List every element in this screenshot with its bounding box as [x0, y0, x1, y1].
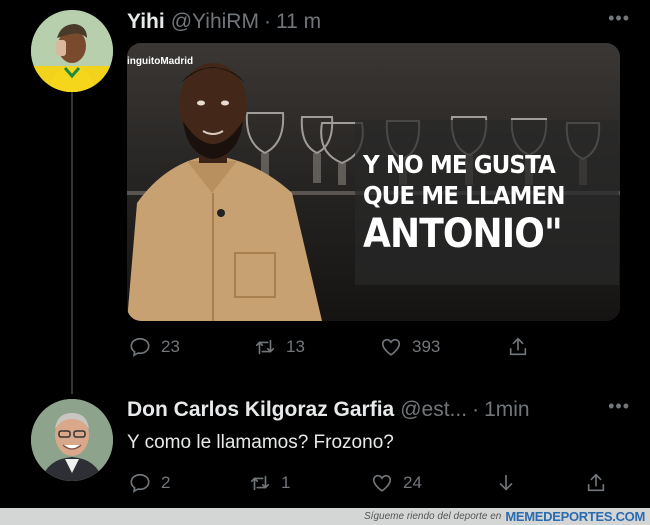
separator-dot: · [472, 398, 480, 421]
downvote-button[interactable] [495, 472, 527, 494]
tweet-actions: 2 1 24 [127, 468, 620, 498]
timestamp[interactable]: 1min [484, 398, 530, 422]
share-button[interactable] [585, 472, 617, 494]
tweet-original[interactable]: Yihi @YihiRM · 11 m ••• inguitoMadrid Y … [0, 0, 650, 390]
author-handle[interactable]: @YihiRM [171, 10, 259, 34]
image-caption-box: Y NO ME GUSTA QUE ME LLAMEN ANTONIO" [355, 120, 619, 285]
more-options-icon[interactable]: ••• [608, 8, 630, 29]
author-name[interactable]: Yihi [127, 10, 165, 34]
avatar[interactable] [31, 399, 113, 481]
retweet-icon [255, 339, 275, 355]
reply-count: 23 [161, 337, 180, 356]
like-button[interactable]: 393 [380, 336, 440, 358]
author-handle[interactable]: @est... [400, 398, 467, 422]
downvote-icon [499, 474, 513, 491]
retweet-icon [250, 475, 270, 491]
share-icon [587, 473, 605, 492]
reply-button[interactable]: 23 [129, 336, 180, 358]
media-watermark: inguitoMadrid [127, 56, 194, 67]
caption-line: Y NO ME GUSTA [363, 149, 556, 179]
heart-icon [372, 474, 392, 492]
reply-button[interactable]: 2 [129, 472, 170, 494]
timestamp[interactable]: 11 m [276, 10, 321, 34]
tweet-media[interactable]: inguitoMadrid Y NO ME GUSTA QUE ME LLAME… [127, 43, 620, 321]
like-count: 393 [412, 337, 441, 356]
tweet-text: Y como le llamamos? Frozono? [127, 432, 394, 453]
avatar[interactable] [31, 10, 113, 92]
tweet-header: Yihi @YihiRM · 11 m ••• [127, 8, 630, 36]
tweet-header: Don Carlos Kilgoraz Garfia @est... · 1mi… [127, 396, 630, 424]
footer-tagline: Sígueте riendo del deporte en [364, 511, 502, 522]
retweet-count: 1 [281, 473, 291, 492]
footer-site-link[interactable]: MEMEDEPORTES.COM [505, 509, 645, 524]
watermark-footer: Sígueте riendo del deporte en MEMEDEPORT… [0, 508, 650, 525]
author-name[interactable]: Don Carlos Kilgoraz Garfia [127, 398, 394, 422]
reply-count: 2 [161, 473, 171, 492]
more-options-icon[interactable]: ••• [608, 396, 630, 417]
reply-icon [130, 337, 150, 357]
caption-line: ANTONIO" [363, 210, 563, 257]
reply-icon [130, 473, 150, 493]
tweet-actions: 23 13 393 [127, 332, 620, 362]
retweet-button[interactable]: 13 [254, 336, 305, 358]
heart-icon [381, 338, 401, 356]
share-button[interactable] [507, 336, 539, 358]
retweet-button[interactable]: 1 [249, 472, 290, 494]
like-button[interactable]: 24 [371, 472, 422, 494]
tweet-reply[interactable]: Don Carlos Kilgoraz Garfia @est... · 1mi… [0, 390, 650, 508]
caption-line: QUE ME LLAMEN [363, 180, 565, 210]
retweet-count: 13 [286, 337, 305, 356]
like-count: 24 [403, 473, 422, 492]
share-icon [509, 337, 527, 356]
separator-dot: · [263, 10, 271, 33]
